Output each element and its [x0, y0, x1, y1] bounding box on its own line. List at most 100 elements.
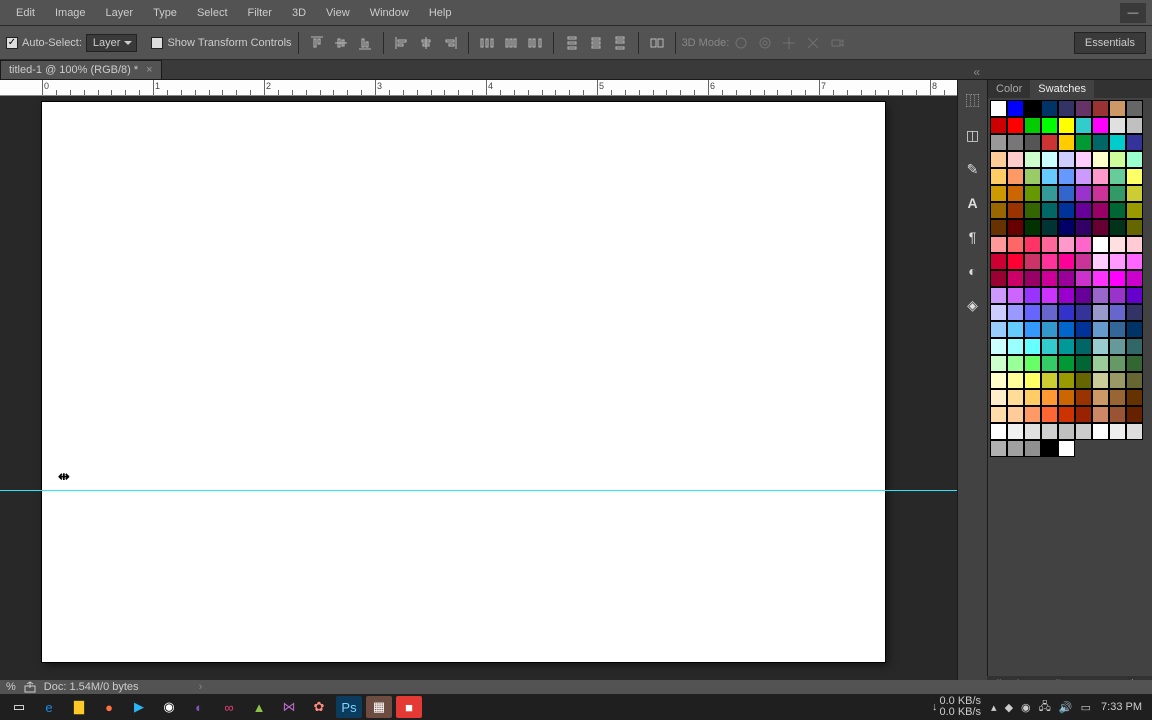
- swatch[interactable]: [990, 168, 1007, 185]
- auto-select-checkbox[interactable]: [6, 37, 18, 49]
- swatch[interactable]: [1075, 168, 1092, 185]
- swatch[interactable]: [1041, 406, 1058, 423]
- swatch[interactable]: [1126, 168, 1143, 185]
- swatch[interactable]: [1058, 321, 1075, 338]
- swatches-grid[interactable]: [988, 98, 1152, 680]
- swatch[interactable]: [1024, 100, 1041, 117]
- document-tab[interactable]: titled-1 @ 100% (RGB/8) * ×: [0, 60, 162, 79]
- swatch[interactable]: [1109, 117, 1126, 134]
- swatch[interactable]: [1109, 304, 1126, 321]
- taskbar-edge[interactable]: e: [36, 696, 62, 718]
- swatch[interactable]: [1024, 321, 1041, 338]
- swatch[interactable]: [1126, 236, 1143, 253]
- swatch[interactable]: [1126, 389, 1143, 406]
- swatch[interactable]: [1109, 406, 1126, 423]
- swatch[interactable]: [1058, 117, 1075, 134]
- swatch[interactable]: [1007, 440, 1024, 457]
- swatch[interactable]: [990, 304, 1007, 321]
- swatch[interactable]: [1024, 253, 1041, 270]
- taskbar-android[interactable]: ▲: [246, 696, 272, 718]
- swatch[interactable]: [1024, 287, 1041, 304]
- swatch[interactable]: [1092, 389, 1109, 406]
- swatch[interactable]: [1126, 202, 1143, 219]
- swatch[interactable]: [1058, 151, 1075, 168]
- swatch[interactable]: [1092, 355, 1109, 372]
- swatch[interactable]: [990, 287, 1007, 304]
- swatch[interactable]: [1075, 372, 1092, 389]
- swatch[interactable]: [990, 355, 1007, 372]
- swatch[interactable]: [1109, 355, 1126, 372]
- swatch[interactable]: [1109, 100, 1126, 117]
- taskbar-vs[interactable]: ⋈: [276, 696, 302, 718]
- swatch[interactable]: [1126, 423, 1143, 440]
- swatch[interactable]: [990, 338, 1007, 355]
- swatch[interactable]: [1041, 389, 1058, 406]
- swatch[interactable]: [990, 270, 1007, 287]
- layers-panel-icon[interactable]: ◈: [962, 294, 984, 316]
- swatch[interactable]: [1041, 117, 1058, 134]
- swatch[interactable]: [1007, 423, 1024, 440]
- swatch[interactable]: [990, 389, 1007, 406]
- auto-align-icon[interactable]: [646, 32, 668, 54]
- swatch[interactable]: [1041, 134, 1058, 151]
- swatch[interactable]: [1092, 151, 1109, 168]
- distribute-h3-icon[interactable]: [524, 32, 546, 54]
- tab-color[interactable]: Color: [988, 80, 1030, 98]
- distribute-v2-icon[interactable]: [585, 32, 607, 54]
- swatch[interactable]: [990, 406, 1007, 423]
- swatch[interactable]: [990, 372, 1007, 389]
- swatch[interactable]: [1041, 168, 1058, 185]
- taskbar-photoshop[interactable]: Ps: [336, 696, 362, 718]
- swatch[interactable]: [1058, 253, 1075, 270]
- taskbar-media[interactable]: ▶: [126, 696, 152, 718]
- swatch[interactable]: [1007, 134, 1024, 151]
- swatch[interactable]: [1007, 372, 1024, 389]
- swatch[interactable]: [1075, 287, 1092, 304]
- swatch[interactable]: [1126, 270, 1143, 287]
- swatch[interactable]: [990, 219, 1007, 236]
- swatch[interactable]: [1075, 304, 1092, 321]
- swatch[interactable]: [1058, 168, 1075, 185]
- swatch[interactable]: [1109, 372, 1126, 389]
- swatch[interactable]: [1041, 253, 1058, 270]
- swatch[interactable]: [1109, 168, 1126, 185]
- swatch[interactable]: [1092, 134, 1109, 151]
- swatch[interactable]: [990, 151, 1007, 168]
- swatch[interactable]: [1075, 202, 1092, 219]
- swatch[interactable]: [1007, 355, 1024, 372]
- swatch[interactable]: [1007, 117, 1024, 134]
- swatch[interactable]: [1109, 389, 1126, 406]
- taskbar-app1[interactable]: ∞: [216, 696, 242, 718]
- swatch[interactable]: [1041, 304, 1058, 321]
- swatch[interactable]: [1024, 389, 1041, 406]
- swatch[interactable]: [1126, 100, 1143, 117]
- swatch[interactable]: [1126, 117, 1143, 134]
- swatch[interactable]: [1024, 168, 1041, 185]
- swatch[interactable]: [1007, 287, 1024, 304]
- swatch[interactable]: [1109, 321, 1126, 338]
- swatch[interactable]: [1007, 151, 1024, 168]
- swatch[interactable]: [1092, 236, 1109, 253]
- swatch[interactable]: [1092, 321, 1109, 338]
- swatch[interactable]: [1024, 117, 1041, 134]
- swatch[interactable]: [1075, 355, 1092, 372]
- swatch[interactable]: [1058, 389, 1075, 406]
- tray-network-icon[interactable]: 🖧: [1039, 698, 1051, 717]
- swatch[interactable]: [1109, 219, 1126, 236]
- taskbar-app2[interactable]: ✿: [306, 696, 332, 718]
- menu-help[interactable]: Help: [419, 3, 462, 23]
- taskbar-app4[interactable]: ■: [396, 696, 422, 718]
- swatch[interactable]: [1092, 304, 1109, 321]
- window-minimize-button[interactable]: —: [1120, 3, 1146, 23]
- horizontal-ruler[interactable]: 012345678: [0, 80, 957, 96]
- navigator-panel-icon[interactable]: ◫: [962, 124, 984, 146]
- swatch[interactable]: [1075, 406, 1092, 423]
- panel-collapse-icon[interactable]: «: [973, 65, 980, 79]
- doc-info-arrow-icon[interactable]: ›: [199, 681, 203, 693]
- swatch[interactable]: [1058, 372, 1075, 389]
- swatch[interactable]: [1126, 321, 1143, 338]
- swatch[interactable]: [1041, 321, 1058, 338]
- taskbar-app3[interactable]: ▦: [366, 696, 392, 718]
- swatch[interactable]: [1126, 253, 1143, 270]
- swatch[interactable]: [1109, 338, 1126, 355]
